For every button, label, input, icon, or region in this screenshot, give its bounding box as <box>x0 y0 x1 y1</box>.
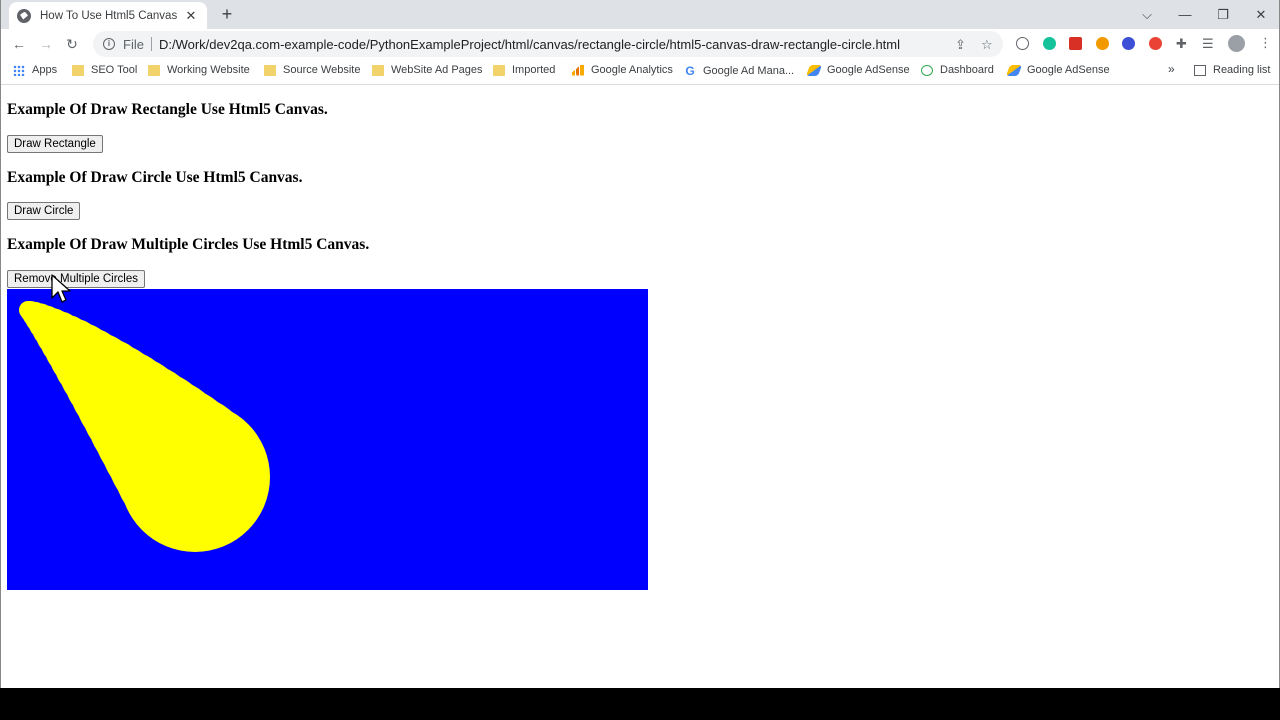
tab-search-icon[interactable]: ⌵ <box>1128 0 1166 29</box>
menu-kebab-icon[interactable]: ⋮ <box>1259 35 1272 51</box>
apps-grid-icon <box>13 64 25 76</box>
forward-button[interactable]: → <box>36 34 56 54</box>
bookmark-google-adsense-2[interactable]: Google AdSense <box>1005 64 1110 76</box>
bookmark-star-icon[interactable]: ☆ <box>981 37 993 53</box>
yellow-circle <box>120 402 270 552</box>
browser-toolbar: ← → ↻ i File D:/Work/dev2qa.com-example-… <box>1 29 1279 58</box>
page-content: Example Of Draw Rectangle Use Html5 Canv… <box>1 86 1279 688</box>
new-tab-button[interactable]: + <box>217 4 237 24</box>
bookmark-source-website[interactable]: Source Website <box>264 64 360 76</box>
extension-blue-icon[interactable] <box>1122 37 1135 50</box>
bookmarks-overflow-button[interactable]: » <box>1168 62 1175 76</box>
bookmark-imported[interactable]: Imported <box>493 64 555 76</box>
close-window-button[interactable]: ✕ <box>1242 0 1279 29</box>
maximize-button[interactable]: ❐ <box>1204 0 1242 29</box>
globe-icon <box>17 8 31 23</box>
tab-title: How To Use Html5 Canvas To Draw Rectangl… <box>40 9 180 22</box>
puzzle-extensions-icon[interactable]: ✚ <box>1176 36 1187 52</box>
google-analytics-icon <box>572 64 584 76</box>
bookmark-google-analytics[interactable]: Google Analytics <box>572 64 673 76</box>
draw-rectangle-button[interactable]: Draw Rectangle <box>7 135 103 153</box>
extension-shield-icon[interactable] <box>1149 37 1162 50</box>
folder-icon <box>72 64 84 76</box>
media-queue-icon[interactable]: ☰ <box>1202 36 1214 52</box>
bookmark-dashboard[interactable]: Dashboard <box>921 64 994 76</box>
folder-icon <box>264 64 276 76</box>
extension-red-icon[interactable] <box>1069 37 1082 50</box>
browser-window: How To Use Html5 Canvas To Draw Rectangl… <box>0 0 1280 688</box>
extension-orange-icon[interactable] <box>1096 37 1109 50</box>
bookmark-google-ad-manager[interactable]: G Google Ad Mana... <box>684 64 794 78</box>
minimize-button[interactable]: — <box>1166 0 1204 29</box>
tab-close-icon[interactable]: ✕ <box>183 8 199 24</box>
extension-blocker-icon[interactable] <box>1016 37 1029 50</box>
heading-multiple-circles: Example Of Draw Multiple Circles Use Htm… <box>7 236 370 253</box>
grammarly-icon[interactable] <box>1043 37 1056 50</box>
bookmark-apps[interactable]: Apps <box>13 64 57 76</box>
site-info-icon[interactable]: i <box>103 38 115 50</box>
tab-strip: How To Use Html5 Canvas To Draw Rectangl… <box>1 0 1279 29</box>
address-separator <box>150 37 152 51</box>
share-icon[interactable]: ⇪ <box>955 37 966 53</box>
remove-multiple-circles-button[interactable]: Remove Multiple Circles <box>7 270 145 288</box>
bookmark-google-adsense[interactable]: Google AdSense <box>805 64 910 76</box>
folder-icon <box>148 64 160 76</box>
bookmarks-bar: Apps SEO Tool Working Website Source Web… <box>1 58 1279 85</box>
google-g-icon: G <box>685 64 695 78</box>
google-adsense-icon <box>1005 64 1023 76</box>
google-adsense-icon <box>805 64 823 76</box>
drawing-canvas[interactable] <box>7 289 648 590</box>
reload-button[interactable]: ↻ <box>62 34 82 54</box>
address-bar[interactable]: i File D:/Work/dev2qa.com-example-code/P… <box>93 31 1003 57</box>
dashboard-icon <box>921 64 933 76</box>
address-scheme: File <box>123 36 144 52</box>
heading-circle: Example Of Draw Circle Use Html5 Canvas. <box>7 169 303 186</box>
back-button[interactable]: ← <box>9 34 29 54</box>
folder-icon <box>372 64 384 76</box>
bookmark-website-ad-pages[interactable]: WebSite Ad Pages <box>372 64 483 76</box>
browser-tab[interactable]: How To Use Html5 Canvas To Draw Rectangl… <box>9 2 207 29</box>
address-url[interactable]: D:/Work/dev2qa.com-example-code/PythonEx… <box>159 37 900 52</box>
reading-list-button[interactable]: Reading list <box>1194 64 1270 76</box>
bookmark-seo-tool[interactable]: SEO Tool <box>72 64 137 76</box>
bookmark-working-website[interactable]: Working Website <box>148 64 250 76</box>
folder-icon <box>493 64 505 76</box>
draw-circle-button[interactable]: Draw Circle <box>7 202 81 220</box>
heading-rectangle: Example Of Draw Rectangle Use Html5 Canv… <box>7 101 328 118</box>
reading-list-icon <box>1194 64 1206 76</box>
profile-avatar[interactable] <box>1228 35 1245 52</box>
